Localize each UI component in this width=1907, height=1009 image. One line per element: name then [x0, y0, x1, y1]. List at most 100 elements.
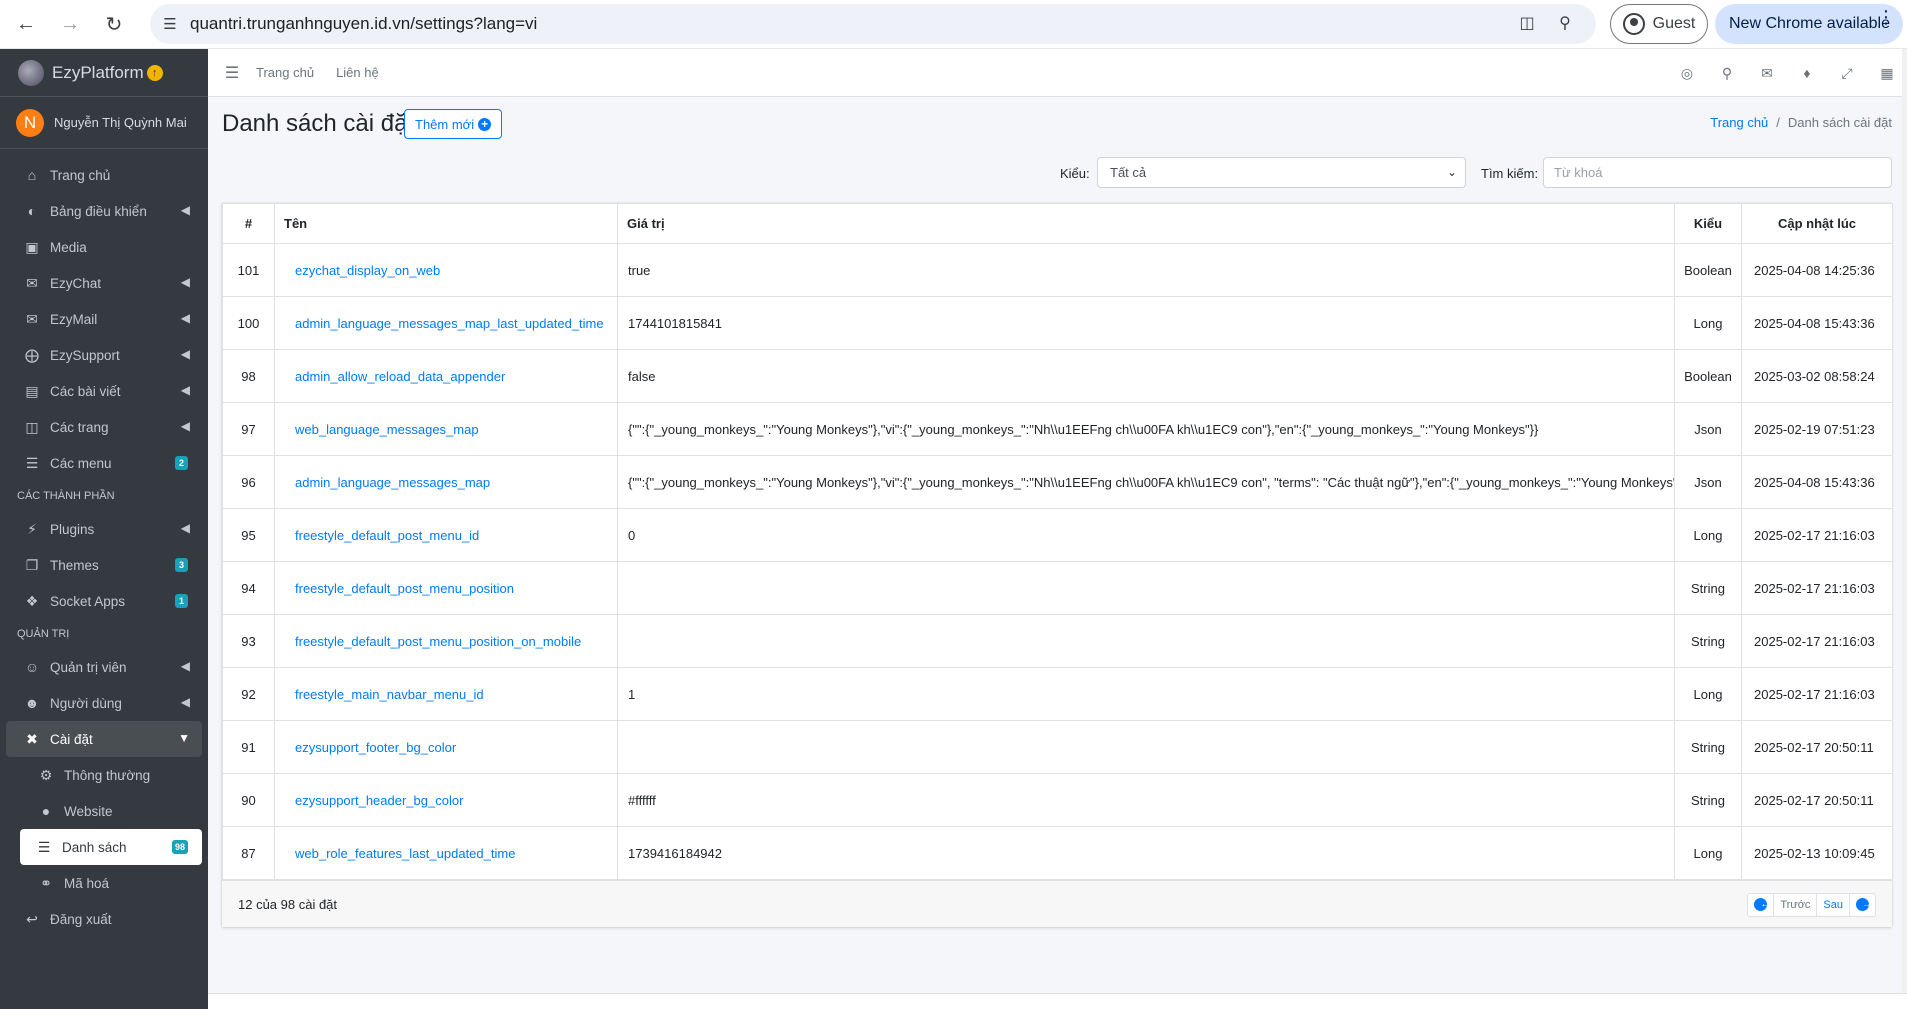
hamburger-icon[interactable]: ☰: [208, 63, 256, 83]
sidebar-item-label: Bảng điều khiển: [50, 203, 147, 219]
sidebar-item-home[interactable]: ⌂ Trang chủ: [6, 157, 202, 193]
sidebar-item-themes[interactable]: ❐ Themes 3: [6, 547, 202, 583]
more-icon[interactable]: ⋮: [1877, 8, 1895, 26]
add-new-button[interactable]: Thêm mới +: [404, 109, 503, 139]
pagination: ← Trước Sau →: [1747, 893, 1876, 917]
setting-name-link[interactable]: freestyle_main_navbar_menu_id: [295, 687, 484, 702]
cell-type: Boolean: [1674, 243, 1742, 297]
sidebar-item-ezychat[interactable]: ✉ EzyChat ◀: [6, 265, 202, 301]
cell-id: 93: [222, 614, 275, 668]
sidebar-menu: ⌂ Trang chủ ◐ Bảng điều khiển ◀ ▣ Media ✉ Ezy…: [0, 157, 208, 481]
socket-apps-count-badge: 1: [175, 594, 188, 608]
nav-link-contact[interactable]: Liên hệ: [336, 65, 379, 80]
cell-updated: 2025-02-17 21:16:03: [1741, 508, 1893, 562]
update-button[interactable]: New Chrome available ⋮: [1715, 4, 1903, 44]
nav-link-home[interactable]: Trang chủ: [256, 65, 314, 80]
type-filter-select[interactable]: Tất cả ⌄: [1097, 157, 1466, 188]
sidebar-item-label: Cài đặt: [50, 731, 93, 747]
setting-name-link[interactable]: ezychat_display_on_web: [295, 263, 440, 278]
sidebar-item-pages[interactable]: ◫ Các trang ◀: [6, 409, 202, 445]
upgrade-icon[interactable]: ↑: [146, 64, 163, 81]
bell-icon[interactable]: ♦: [1787, 65, 1827, 81]
col-header-id: #: [222, 203, 275, 244]
address-bar[interactable]: ☰ quantri.trunganhnguyen.id.vn/settings?…: [150, 4, 1596, 44]
setting-name-link[interactable]: web_language_messages_map: [295, 422, 479, 437]
cell-id: 94: [222, 561, 275, 615]
fullscreen-icon[interactable]: ⤢: [1827, 65, 1867, 82]
sidebar-item-settings-website[interactable]: ● Website: [6, 793, 202, 829]
cell-value: [617, 561, 1675, 615]
sidebar-item-menus[interactable]: ☰ Các menu 2: [6, 445, 202, 481]
sidebar-item-users[interactable]: ☻ Người dùng ◀: [6, 685, 202, 721]
breadcrumb-home[interactable]: Trang chủ: [1710, 115, 1768, 130]
sidebar-item-plugins[interactable]: ⚡ Plugins ◀: [6, 511, 202, 547]
cell-name: admin_language_messages_map: [274, 455, 618, 509]
table-row: 93 freestyle_default_post_menu_position_o…: [222, 614, 1893, 668]
setting-name-link[interactable]: freestyle_default_post_menu_id: [295, 528, 479, 543]
col-header-updated: Cập nhật lúc: [1741, 203, 1893, 244]
sidebar-item-settings-list[interactable]: ☰ Danh sách 98: [20, 829, 202, 865]
brand-name: EzyPlatform: [52, 62, 144, 82]
reload-icon[interactable]: ↻: [96, 6, 132, 42]
user-circle-icon: ☺: [24, 659, 40, 675]
sidebar-item-label: Danh sách: [62, 839, 127, 855]
setting-name-link[interactable]: ezysupport_header_bg_color: [295, 793, 463, 808]
brand-link[interactable]: EzyPlatform ↑: [0, 49, 208, 97]
table-row: 90 ezysupport_header_bg_color #ffffff Strin…: [222, 773, 1893, 827]
search-input[interactable]: [1543, 157, 1892, 188]
url-text[interactable]: quantri.trunganhnguyen.id.vn/settings?la…: [190, 14, 537, 34]
setting-name-link[interactable]: freestyle_default_post_menu_position: [295, 581, 514, 596]
sidebar-item-posts[interactable]: ▤ Các bài viết ◀: [6, 373, 202, 409]
sidebar-item-settings-general[interactable]: ⚙ Thông thường: [6, 757, 202, 793]
avatar-icon: [1622, 13, 1645, 35]
setting-name-link[interactable]: ezysupport_footer_bg_color: [295, 740, 456, 755]
user-panel[interactable]: N Nguyễn Thị Quỳnh Mai: [0, 97, 208, 149]
language-globe-icon[interactable]: ◎: [1667, 65, 1707, 82]
cell-type: Json: [1674, 402, 1742, 456]
table-row: 95 freestyle_default_post_menu_id 0 Long 202…: [222, 508, 1893, 562]
card-footer: 12 của 98 cài đặt ← Trước Sau →: [222, 880, 1892, 927]
setting-name-link[interactable]: admin_language_messages_map_last_updated…: [295, 316, 604, 331]
cell-name: web_language_messages_map: [274, 402, 618, 456]
profile-label: Guest: [1652, 15, 1696, 32]
setting-name-link[interactable]: freestyle_default_post_menu_position_on_…: [295, 634, 581, 649]
scrollbar[interactable]: [1902, 49, 1907, 993]
back-icon[interactable]: ←: [8, 6, 44, 42]
sidebar-item-ezysupport[interactable]: ⨁ EzySupport ◀: [6, 337, 202, 373]
sidebar-item-settings[interactable]: ✖ Cài đặt ▼: [6, 721, 202, 757]
zoom-icon[interactable]: ⚲: [1554, 13, 1576, 35]
setting-name-link[interactable]: web_role_features_last_updated_time: [295, 846, 515, 861]
browser-toolbar: ← → ↻ ☰ quantri.trunganhnguyen.id.vn/set…: [0, 0, 1907, 49]
cell-updated: 2025-03-02 08:58:24: [1741, 349, 1893, 403]
site-info-icon[interactable]: ☰: [150, 15, 190, 33]
sidebar-item-dashboard[interactable]: ◐ Bảng điều khiển ◀: [6, 193, 202, 229]
sidebar-item-label: Các menu: [50, 455, 112, 471]
chevron-down-icon: ▼: [178, 731, 190, 745]
setting-name-link[interactable]: admin_language_messages_map: [295, 475, 490, 490]
table-row: 92 freestyle_main_navbar_menu_id 1 Long 2025…: [222, 667, 1893, 721]
profile-button[interactable]: Guest: [1610, 4, 1708, 44]
sidebar-item-ezymail[interactable]: ✉ EzyMail ◀: [6, 301, 202, 337]
cell-value: [617, 614, 1675, 668]
admin-header: QUẢN TRỊ: [17, 628, 70, 640]
search-icon[interactable]: ⚲: [1707, 65, 1747, 82]
sidebar-item-logout[interactable]: ↩ Đăng xuất: [6, 901, 202, 937]
sidebar-item-admins[interactable]: ☺ Quản trị viên ◀: [6, 649, 202, 685]
translate-icon[interactable]: ◫: [1516, 13, 1538, 35]
cell-value: 1739416184942: [617, 826, 1675, 880]
tools-icon: ✖: [26, 730, 38, 747]
setting-name-link[interactable]: admin_allow_reload_data_appender: [295, 369, 505, 384]
sidebar-item-socket-apps[interactable]: ❖ Socket Apps 1: [6, 583, 202, 619]
forward-icon[interactable]: →: [52, 6, 88, 42]
next-arrow-button[interactable]: →: [1850, 894, 1875, 916]
next-button[interactable]: Sau: [1817, 894, 1850, 916]
sidebar-item-label: Mã hoá: [64, 875, 110, 891]
prev-arrow-button[interactable]: ←: [1748, 894, 1775, 916]
messages-icon[interactable]: ✉: [1747, 65, 1787, 82]
apps-grid-icon[interactable]: ▦: [1867, 65, 1907, 82]
prev-button[interactable]: Trước: [1774, 894, 1818, 916]
user-name[interactable]: Nguyễn Thị Quỳnh Mai: [54, 115, 187, 130]
sidebar-item-settings-encryption[interactable]: ⚭ Mã hoá: [6, 865, 202, 901]
sidebar-item-media[interactable]: ▣ Media: [6, 229, 202, 265]
navbar-icons: ◎ ⚲ ✉ ♦ ⤢ ▦: [1667, 49, 1907, 97]
